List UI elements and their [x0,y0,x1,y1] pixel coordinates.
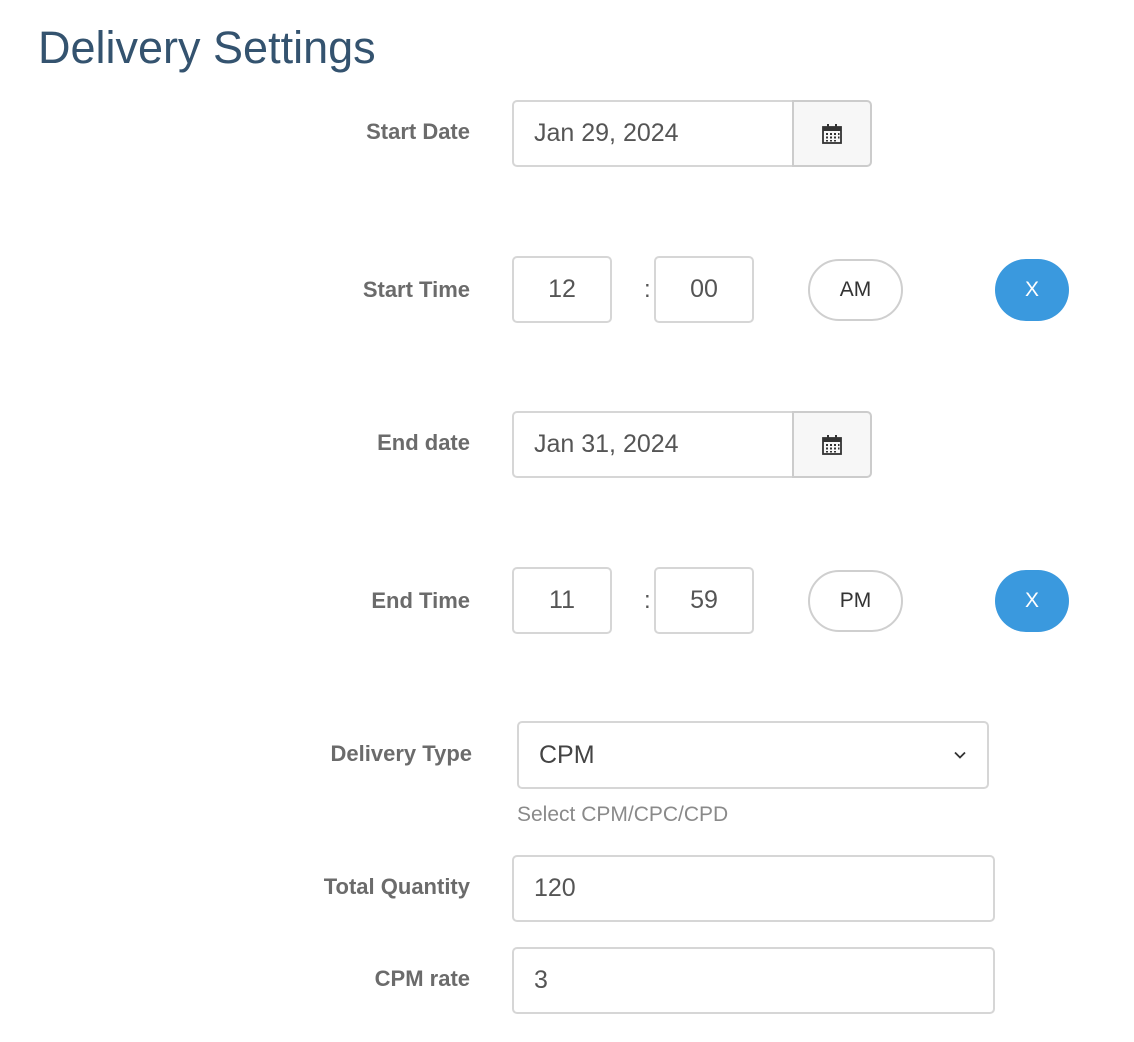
end-hour-input[interactable] [512,567,612,634]
start-time-separator: : [644,276,651,303]
start-date-label: Start Date [366,119,470,144]
delivery-type-selected-value: CPM [539,740,595,769]
delivery-type-select[interactable]: CPM [517,721,989,789]
end-minute-input[interactable] [654,567,754,634]
end-time-label: End Time [371,588,470,613]
end-ampm-toggle[interactable]: PM [808,570,903,632]
total-quantity-label: Total Quantity [323,874,470,899]
start-date-calendar-button[interactable] [792,100,872,167]
end-date-calendar-button[interactable] [792,411,872,478]
calendar-icon [822,434,842,455]
chevron-down-icon [954,751,966,759]
start-time-label: Start Time [362,277,470,302]
start-date-input[interactable] [512,100,794,167]
cpm-rate-label: CPM rate [374,966,470,991]
end-time-separator: : [644,587,651,614]
end-date-input[interactable] [512,411,794,478]
cpm-rate-input[interactable] [512,947,995,1014]
end-date-label: End date [377,430,470,455]
page-title: Delivery Settings [38,22,376,73]
start-hour-input[interactable] [512,256,612,323]
end-time-clear-button[interactable]: X [995,570,1069,632]
calendar-icon [822,123,842,144]
delivery-type-help: Select CPM/CPC/CPD [517,803,729,826]
start-ampm-toggle[interactable]: AM [808,259,903,321]
delivery-type-label: Delivery Type [330,741,472,766]
start-minute-input[interactable] [654,256,754,323]
start-time-clear-button[interactable]: X [995,259,1069,321]
total-quantity-input[interactable] [512,855,995,922]
